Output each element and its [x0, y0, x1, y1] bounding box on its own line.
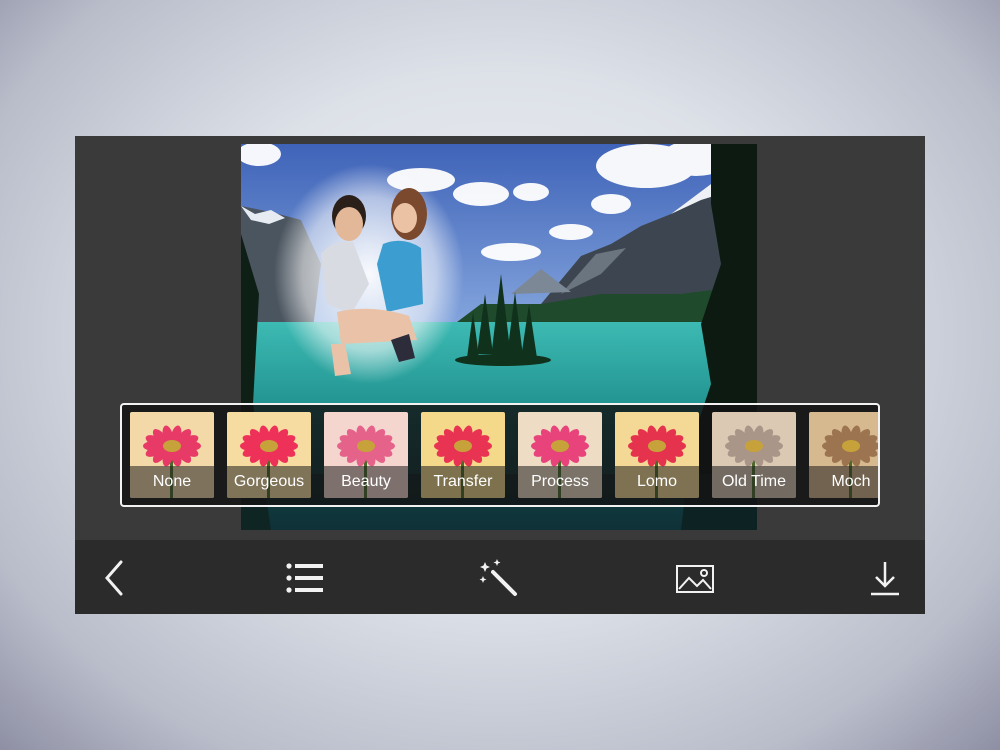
chevron-left-icon	[105, 560, 123, 596]
filter-beauty[interactable]: Beauty	[324, 412, 408, 498]
image-icon	[676, 565, 714, 593]
download-button[interactable]	[863, 556, 907, 600]
bottom-toolbar	[75, 540, 925, 614]
download-icon	[871, 562, 899, 596]
magic-wand-icon	[479, 559, 517, 596]
filter-track[interactable]: None Gorgeous Beauty Transfer Process Lomo Old…	[130, 412, 878, 498]
menu-list-button[interactable]	[283, 556, 327, 600]
filter-lomo[interactable]: Lomo	[615, 412, 699, 498]
filter-label: Old Time	[712, 466, 796, 498]
filter-label: Beauty	[324, 466, 408, 498]
list-icon	[286, 563, 323, 593]
filter-label: Moch	[809, 466, 878, 498]
back-button[interactable]	[95, 556, 139, 600]
filter-gorgeous[interactable]: Gorgeous	[227, 412, 311, 498]
filter-label: Lomo	[615, 466, 699, 498]
filter-label: Transfer	[421, 466, 505, 498]
filter-transfer[interactable]: Transfer	[421, 412, 505, 498]
app-screen: None Gorgeous Beauty Transfer Process Lomo Old…	[75, 136, 925, 614]
filter-label: None	[130, 466, 214, 498]
filter-none[interactable]: None	[130, 412, 214, 498]
filter-moch[interactable]: Moch	[809, 412, 878, 498]
effects-button[interactable]	[477, 556, 521, 600]
filter-strip: None Gorgeous Beauty Transfer Process Lomo Old…	[120, 403, 880, 507]
filter-label: Gorgeous	[227, 466, 311, 498]
gallery-button[interactable]	[673, 556, 717, 600]
filter-label: Process	[518, 466, 602, 498]
filter-process[interactable]: Process	[518, 412, 602, 498]
filter-old-time[interactable]: Old Time	[712, 412, 796, 498]
